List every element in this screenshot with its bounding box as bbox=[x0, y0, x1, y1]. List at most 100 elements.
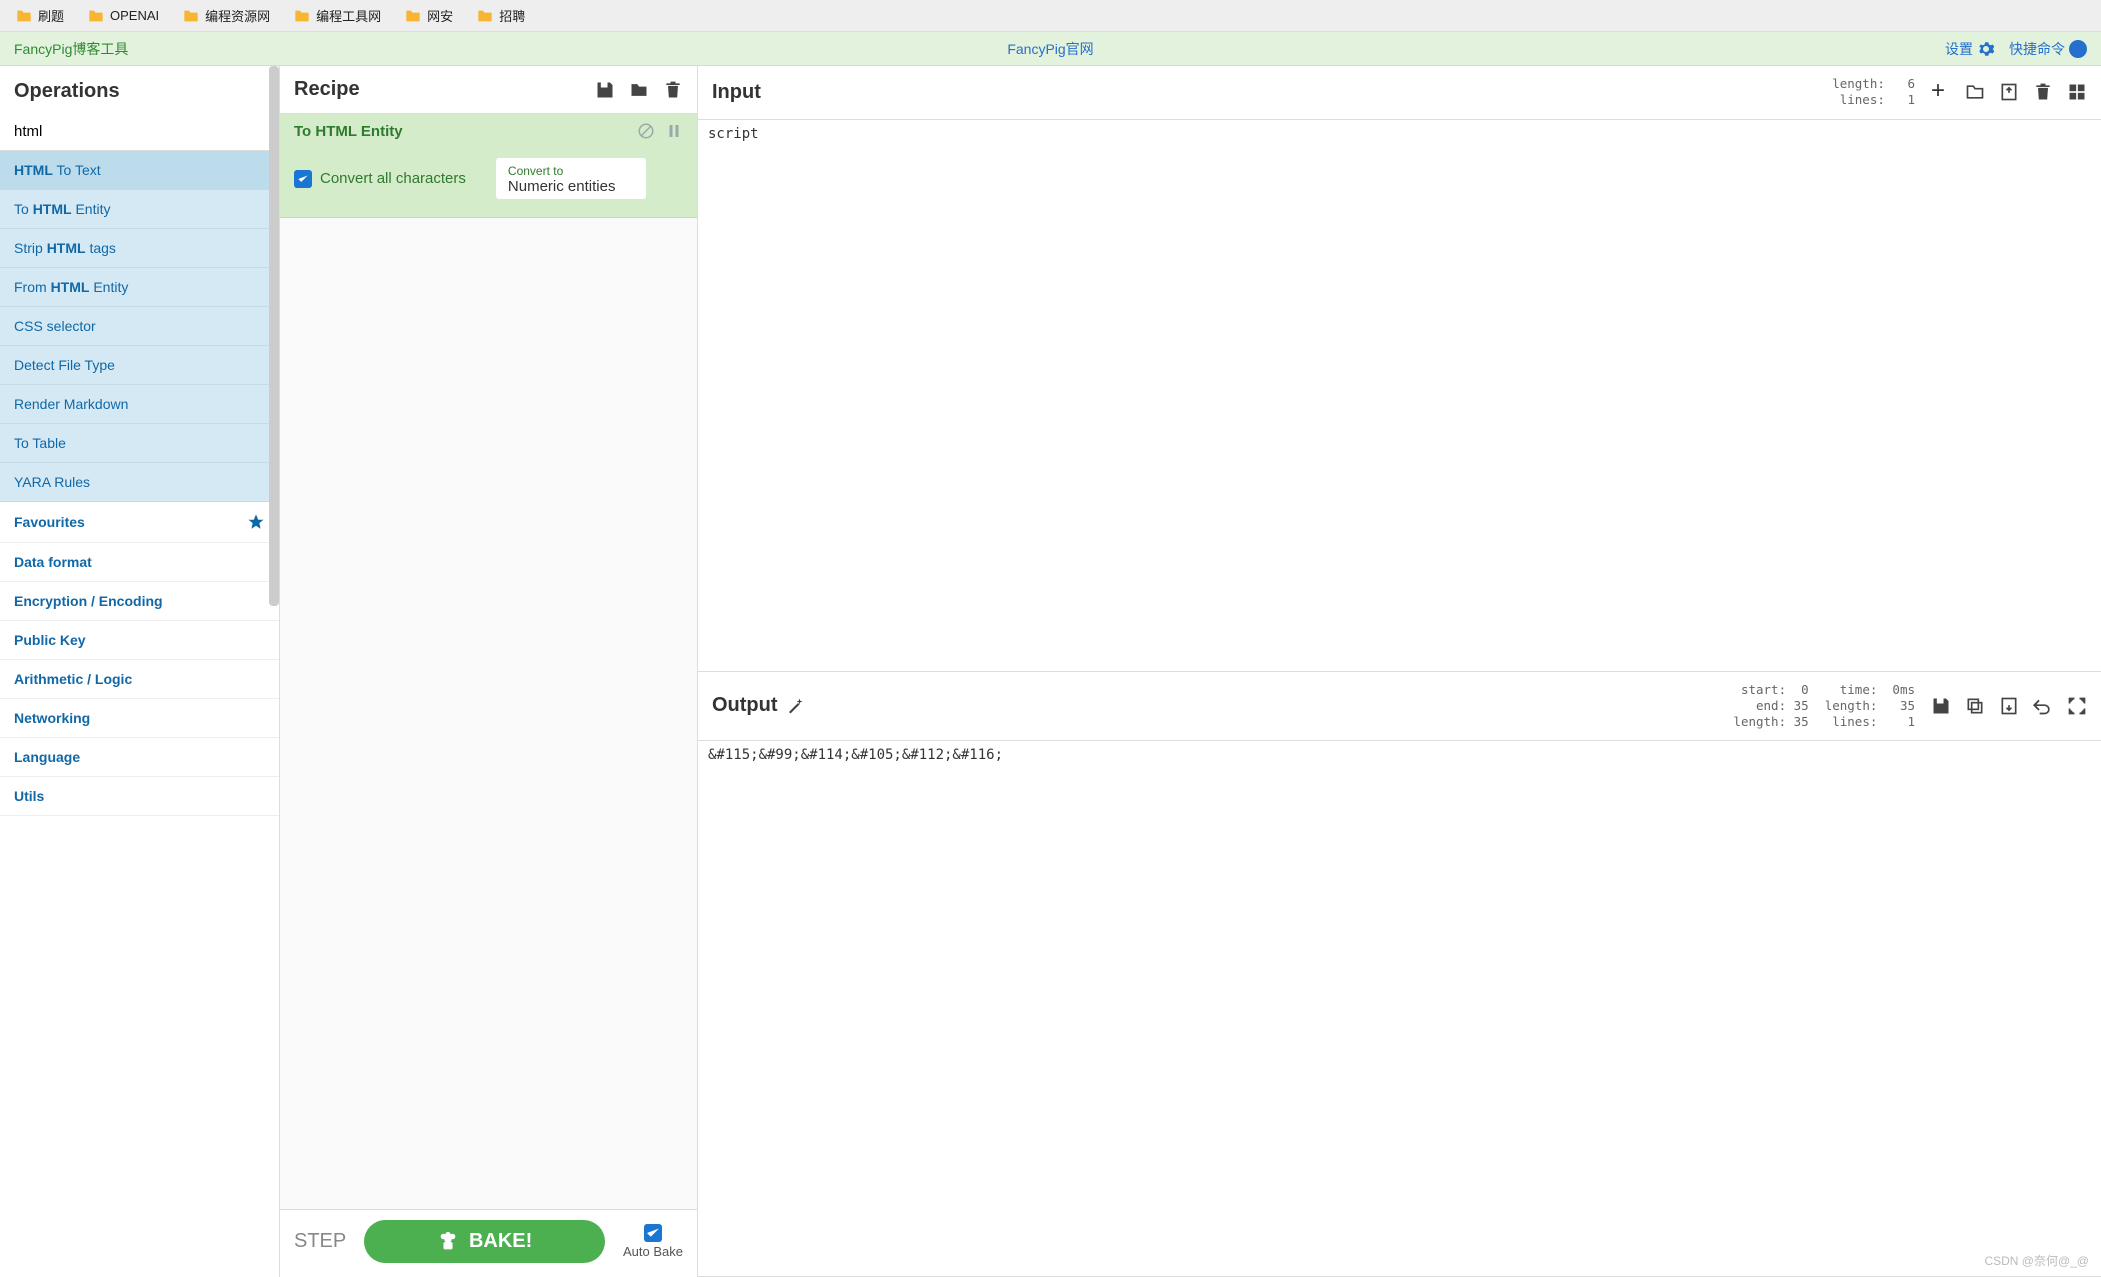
folder-icon bbox=[294, 9, 310, 23]
select-value: Numeric entities bbox=[508, 178, 634, 195]
category-label: Public Key bbox=[14, 632, 86, 648]
settings-label: 设置 bbox=[1945, 39, 1973, 59]
convert-all-checkbox[interactable]: Convert all characters bbox=[294, 170, 466, 188]
undo-icon[interactable] bbox=[2033, 696, 2053, 716]
operation-item[interactable]: Strip HTML tags bbox=[0, 229, 279, 268]
gear-icon bbox=[1977, 40, 1995, 58]
banner: FancyPig博客工具 FancyPig官网 设置 快捷命令 ? bbox=[0, 32, 2101, 66]
add-tab-icon[interactable]: + bbox=[1931, 82, 1951, 102]
recipe-title: Recipe bbox=[294, 78, 595, 101]
help-icon: ? bbox=[2069, 40, 2087, 58]
bookmark-label: 刷题 bbox=[38, 6, 64, 25]
operation-item[interactable]: HTML To Text bbox=[0, 151, 279, 190]
recipe-panel: Recipe To HTML Entity bbox=[280, 66, 698, 1277]
operation-item[interactable]: CSS selector bbox=[0, 307, 279, 346]
recipe-operation: To HTML Entity Convert all characters Co bbox=[280, 114, 697, 218]
category-item[interactable]: Data format bbox=[0, 543, 279, 582]
bookmark-label: 网安 bbox=[427, 6, 453, 25]
bookmark-label: OPENAI bbox=[110, 8, 159, 23]
bookmark-label: 编程资源网 bbox=[205, 6, 270, 25]
folder-icon bbox=[405, 9, 421, 23]
output-stats-left: start: 0 end: 35 length: 35 bbox=[1733, 682, 1808, 731]
check-icon bbox=[296, 172, 310, 186]
operation-item[interactable]: Detect File Type bbox=[0, 346, 279, 385]
operation-item[interactable]: Render Markdown bbox=[0, 385, 279, 424]
category-item[interactable]: Networking bbox=[0, 699, 279, 738]
bookmark-label: 招聘 bbox=[499, 6, 525, 25]
scrollbar[interactable] bbox=[269, 66, 279, 606]
operations-list: HTML To Text To HTML Entity Strip HTML t… bbox=[0, 151, 279, 1277]
input-section: Input length: 6 lines: 1 + script bbox=[698, 66, 2101, 672]
category-label: Encryption / Encoding bbox=[14, 593, 163, 609]
bookmark-item[interactable]: 编程资源网 bbox=[183, 6, 270, 25]
maximize-icon[interactable] bbox=[2067, 696, 2087, 716]
category-item[interactable]: Encryption / Encoding bbox=[0, 582, 279, 621]
output-stats-right: time: 0ms length: 35 lines: 1 bbox=[1825, 682, 1915, 731]
category-label: Data format bbox=[14, 554, 92, 570]
auto-bake-toggle[interactable]: Auto Bake bbox=[623, 1224, 683, 1259]
output-title: Output bbox=[712, 694, 778, 717]
convert-to-select[interactable]: Convert to Numeric entities bbox=[496, 158, 646, 199]
input-title: Input bbox=[712, 81, 761, 104]
magic-icon[interactable] bbox=[786, 697, 804, 715]
category-label: Language bbox=[14, 749, 80, 765]
operations-title: Operations bbox=[0, 66, 279, 113]
folder-icon bbox=[183, 9, 199, 23]
bookmark-item[interactable]: 刷题 bbox=[16, 6, 64, 25]
folder-icon bbox=[88, 9, 104, 23]
category-item[interactable]: Utils bbox=[0, 777, 279, 816]
save-icon[interactable] bbox=[595, 80, 615, 100]
recipe-op-title: To HTML Entity bbox=[294, 123, 637, 140]
banner-left[interactable]: FancyPig博客工具 bbox=[14, 39, 128, 59]
open-folder-icon[interactable] bbox=[1965, 82, 1985, 102]
trash-icon[interactable] bbox=[663, 80, 683, 100]
shortcuts-link[interactable]: 快捷命令 ? bbox=[2009, 39, 2087, 59]
folder-icon[interactable] bbox=[629, 80, 649, 100]
bookmarks-bar: 刷题 OPENAI 编程资源网 编程工具网 网安 招聘 bbox=[0, 0, 2101, 32]
select-label: Convert to bbox=[508, 164, 634, 178]
disable-icon[interactable] bbox=[637, 122, 655, 140]
operation-item[interactable]: To HTML Entity bbox=[0, 190, 279, 229]
autobake-label: Auto Bake bbox=[623, 1244, 683, 1259]
reset-layout-icon[interactable] bbox=[2067, 82, 2087, 102]
bookmark-label: 编程工具网 bbox=[316, 6, 381, 25]
open-file-icon[interactable] bbox=[1999, 82, 2019, 102]
operation-item[interactable]: To Table bbox=[0, 424, 279, 463]
output-section: Output start: 0 end: 35 length: 35 time:… bbox=[698, 672, 2101, 1277]
operation-item[interactable]: YARA Rules bbox=[0, 463, 279, 502]
input-stats: length: 6 lines: 1 bbox=[1832, 76, 1915, 109]
category-label: Favourites bbox=[14, 514, 85, 530]
bookmark-item[interactable]: 网安 bbox=[405, 6, 453, 25]
category-favourites[interactable]: Favourites bbox=[0, 502, 279, 543]
operation-item[interactable]: From HTML Entity bbox=[0, 268, 279, 307]
folder-icon bbox=[477, 9, 493, 23]
category-item[interactable]: Public Key bbox=[0, 621, 279, 660]
clear-input-icon[interactable] bbox=[2033, 82, 2053, 102]
category-item[interactable]: Arithmetic / Logic bbox=[0, 660, 279, 699]
save-output-icon[interactable] bbox=[1931, 696, 1951, 716]
watermark: CSDN @奈何@_@ bbox=[1984, 1252, 2089, 1269]
bookmark-item[interactable]: OPENAI bbox=[88, 8, 159, 23]
bookmark-item[interactable]: 招聘 bbox=[477, 6, 525, 25]
category-item[interactable]: Language bbox=[0, 738, 279, 777]
step-button[interactable]: STEP bbox=[294, 1230, 346, 1253]
bookmark-item[interactable]: 编程工具网 bbox=[294, 6, 381, 25]
pause-icon[interactable] bbox=[665, 122, 683, 140]
io-panel: Input length: 6 lines: 1 + script Outpu bbox=[698, 66, 2101, 1277]
input-textarea[interactable]: script bbox=[698, 120, 2101, 671]
shortcuts-label: 快捷命令 bbox=[2009, 39, 2065, 59]
move-output-icon[interactable] bbox=[1999, 696, 2019, 716]
search-input[interactable] bbox=[0, 113, 279, 151]
chef-icon bbox=[437, 1231, 459, 1253]
copy-output-icon[interactable] bbox=[1965, 696, 1985, 716]
checkbox-label: Convert all characters bbox=[320, 170, 466, 187]
bake-button[interactable]: BAKE! bbox=[364, 1220, 605, 1263]
bake-label: BAKE! bbox=[469, 1230, 532, 1253]
banner-center-link[interactable]: FancyPig官网 bbox=[1007, 39, 1093, 59]
settings-link[interactable]: 设置 bbox=[1945, 39, 1995, 59]
category-label: Arithmetic / Logic bbox=[14, 671, 132, 687]
recipe-header: Recipe bbox=[280, 66, 697, 114]
star-icon bbox=[247, 513, 265, 531]
output-textarea[interactable]: &#115;&#99;&#114;&#105;&#112;&#116; bbox=[698, 741, 2101, 1276]
category-label: Utils bbox=[14, 788, 44, 804]
